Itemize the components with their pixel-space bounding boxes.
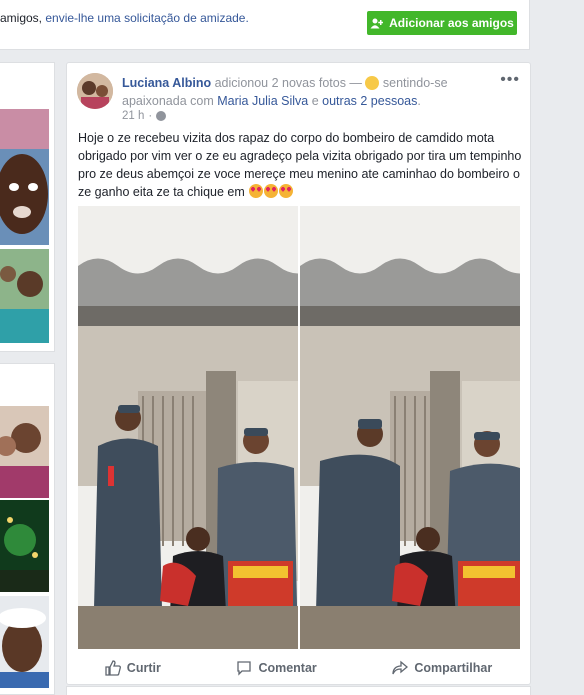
add-friend-label: Adicionar aos amigos bbox=[389, 16, 514, 30]
news-feed-post: Luciana Albino adicionou 2 novas fotos —… bbox=[66, 62, 531, 685]
post-actions: Curtir Comentar Compartilhar bbox=[67, 653, 530, 683]
photo-thumbnail[interactable] bbox=[0, 500, 49, 592]
share-label: Compartilhar bbox=[414, 661, 493, 675]
comment-button[interactable]: Comentar bbox=[236, 660, 317, 676]
comment-icon bbox=[237, 661, 252, 676]
post-photo-1[interactable] bbox=[78, 206, 298, 649]
comment-label: Comentar bbox=[258, 661, 317, 675]
send-friend-request-link[interactable]: envie-lhe uma solicitação de amizade. bbox=[45, 11, 248, 25]
left-photos-panel-2 bbox=[0, 363, 55, 695]
post-body: Hoje o ze recebeu vizita dos rapaz do co… bbox=[78, 131, 522, 199]
post-action-text: adicionou 2 novas fotos — bbox=[214, 76, 366, 90]
heart-eyes-emoji-icon bbox=[279, 184, 294, 198]
in-love-feeling-icon bbox=[365, 76, 380, 90]
post-photos bbox=[78, 206, 521, 649]
add-friend-button[interactable]: Adicionar aos amigos bbox=[367, 11, 517, 35]
heart-eyes-emoji-icon bbox=[249, 184, 264, 198]
like-label: Curtir bbox=[126, 661, 161, 675]
post-header: Luciana Albino adicionou 2 novas fotos —… bbox=[122, 76, 448, 108]
post-timestamp[interactable]: 21 h bbox=[122, 110, 144, 122]
photo-thumbnail[interactable] bbox=[0, 109, 49, 245]
post-meta: 21 h · bbox=[122, 110, 167, 122]
author-avatar[interactable] bbox=[77, 73, 113, 109]
friend-request-bar: amigos, envie-lhe uma solicitação de ami… bbox=[0, 0, 530, 50]
public-globe-icon[interactable] bbox=[156, 111, 167, 121]
heart-eyes-emoji-icon bbox=[264, 184, 279, 198]
share-icon bbox=[392, 660, 409, 675]
meta-separator: · bbox=[148, 110, 153, 122]
ellipsis-icon[interactable]: ••• bbox=[500, 71, 520, 89]
friend-request-message: amigos, envie-lhe uma solicitação de ami… bbox=[0, 11, 249, 25]
author-name-link[interactable]: Luciana Albino bbox=[122, 76, 211, 90]
friend-request-prefix: amigos, bbox=[0, 11, 46, 25]
post-photo-2[interactable] bbox=[300, 206, 520, 649]
left-photos-panel bbox=[0, 62, 55, 352]
photo-thumbnail[interactable] bbox=[0, 596, 49, 688]
tagged-person-link[interactable]: Maria Julia Silva bbox=[217, 94, 308, 108]
tagged-others-link[interactable]: outras 2 pessoas bbox=[322, 94, 417, 108]
post-text: Hoje o ze recebeu vizita dos rapaz do co… bbox=[78, 129, 523, 201]
share-button[interactable]: Compartilhar bbox=[392, 660, 492, 676]
photo-thumbnail[interactable] bbox=[0, 406, 49, 498]
like-button[interactable]: Curtir bbox=[105, 660, 161, 676]
photo-thumbnail[interactable] bbox=[0, 249, 49, 343]
add-friend-icon bbox=[370, 18, 384, 28]
connector-text: e bbox=[311, 94, 319, 108]
thumbs-up-icon bbox=[105, 660, 121, 676]
next-post-card bbox=[66, 686, 531, 695]
